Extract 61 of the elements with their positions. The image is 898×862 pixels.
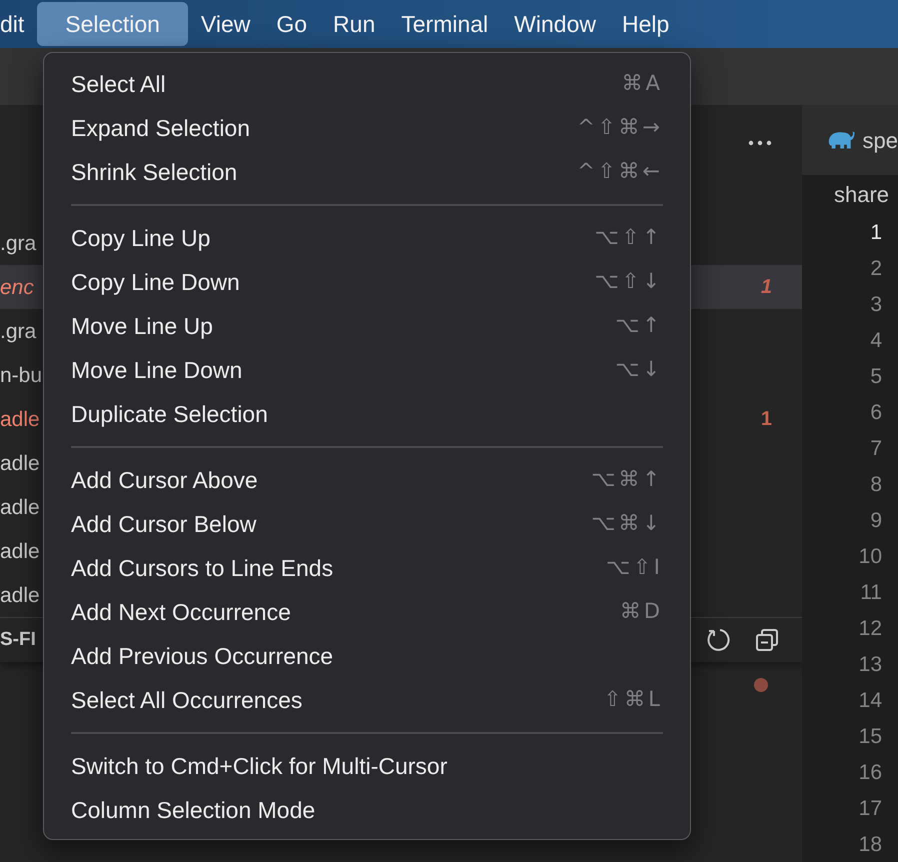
breadcrumb[interactable]: share <box>834 178 890 211</box>
menu-item[interactable]: Add Cursor Below ⌥⌘↓ <box>71 502 663 546</box>
keyboard-shortcut: ⌥⇧↓ <box>594 268 663 296</box>
line-number: 12 <box>858 618 882 638</box>
line-number: 18 <box>858 834 882 854</box>
line-number: 17 <box>858 798 882 818</box>
menu-bar-item[interactable]: Go <box>263 2 320 46</box>
menu-item[interactable]: Copy Line Down ⌥⇧↓ <box>71 260 663 304</box>
keyboard-shortcut: ⌥↑ <box>615 312 663 340</box>
line-number: 10 <box>858 546 882 566</box>
section-title: S-FI <box>0 628 36 652</box>
menu-item[interactable]: Copy Line Up ⌥⇧↑ <box>71 216 663 260</box>
keyboard-shortcut: ⇧⌘L <box>604 686 663 714</box>
more-icon[interactable] <box>748 140 772 146</box>
editor-tab[interactable]: spe <box>802 105 898 175</box>
keyboard-shortcut: ⌥⇧I <box>606 554 663 582</box>
menu-item[interactable]: Add Cursor Above ⌥⌘↑ <box>71 458 663 502</box>
menu-bar-item[interactable]: Run <box>320 2 388 46</box>
collapse-all-icon[interactable] <box>754 627 780 653</box>
file-name: enc <box>0 276 34 298</box>
keyboard-shortcut: ^⇧⌘→ <box>577 114 663 142</box>
menu-item[interactable]: Select All ⌘A <box>71 62 663 106</box>
line-number: 7 <box>870 438 882 458</box>
refresh-icon[interactable] <box>706 627 732 653</box>
menu-item[interactable]: Add Previous Occurrence <box>71 634 663 678</box>
menu-item[interactable]: Expand Selection ^⇧⌘→ <box>71 106 663 150</box>
keyboard-shortcut: ⌘D <box>620 598 663 626</box>
line-number: 16 <box>858 762 882 782</box>
line-number: 1 <box>870 222 882 242</box>
line-number: 4 <box>870 330 882 350</box>
keyboard-shortcut: ⌥⌘↓ <box>591 510 663 538</box>
line-number: 15 <box>858 726 882 746</box>
keyboard-shortcut: ⌘A <box>622 70 663 98</box>
line-number: 11 <box>860 582 882 602</box>
keyboard-shortcut: ⌥⌘↑ <box>591 466 663 494</box>
menu-item[interactable]: Shrink Selection ^⇧⌘← <box>71 150 663 194</box>
menu-item[interactable]: Add Cursors to Line Ends ⌥⇧I <box>71 546 663 590</box>
menu-item[interactable]: Add Next Occurrence ⌘D <box>71 590 663 634</box>
menu-item[interactable]: Select All Occurrences ⇧⌘L <box>71 678 663 722</box>
line-number: 9 <box>870 510 882 530</box>
menu-item[interactable]: Switch to Cmd+Click for Multi-Cursor <box>71 744 663 788</box>
menu-item[interactable]: Move Line Down ⌥↓ <box>71 348 663 392</box>
line-number: 3 <box>870 294 882 314</box>
line-number: 14 <box>858 690 882 710</box>
menu-item[interactable]: Move Line Up ⌥↑ <box>71 304 663 348</box>
menu-bar-item[interactable]: Window <box>501 2 609 46</box>
problem-count: 1 <box>760 275 772 300</box>
line-number: 5 <box>870 366 882 386</box>
menu-item[interactable]: Duplicate Selection <box>71 392 663 436</box>
line-number: 8 <box>870 474 882 494</box>
menu-bar-item[interactable]: Terminal <box>388 2 502 46</box>
menu-bar-item[interactable]: Help <box>608 2 682 46</box>
line-number: 6 <box>870 402 882 422</box>
line-number: 2 <box>870 258 882 278</box>
menu-bar-item[interactable]: View <box>188 2 264 46</box>
keyboard-shortcut: ⌥↓ <box>615 356 663 384</box>
menu-item[interactable]: Column Selection Mode <box>71 788 663 832</box>
menu-bar-item[interactable]: dit <box>0 2 38 46</box>
line-number: 13 <box>858 654 882 674</box>
keyboard-shortcut: ^⇧⌘← <box>577 158 663 186</box>
keyboard-shortcut: ⌥⇧↑ <box>594 224 663 252</box>
